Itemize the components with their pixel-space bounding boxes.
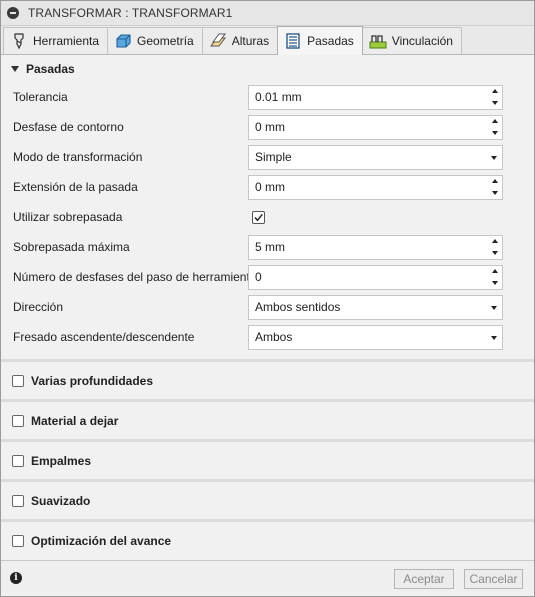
transform-mode-label: Modo de transformación: [13, 150, 143, 164]
max-overlap-row: Sobrepasada máxima 5 mm: [1, 232, 534, 262]
contour-offset-row: Desfase de contorno 0 mm: [1, 112, 534, 142]
stock-to-leave-checkbox[interactable]: [12, 414, 24, 427]
multiple-depths-label: Varias profundidades: [31, 373, 154, 388]
spin-up-icon[interactable]: [492, 269, 498, 274]
tab-vinculacion-label: Vinculación: [391, 34, 453, 48]
tab-geometria-label: Geometría: [137, 34, 194, 48]
tab-herramienta[interactable]: Herramienta: [3, 27, 109, 54]
tab-herramienta-label: Herramienta: [33, 34, 100, 48]
tab-alturas[interactable]: Alturas: [201, 27, 279, 54]
dialog-footer: i Aceptar Cancelar: [1, 560, 534, 596]
use-overlap-row: Utilizar sobrepasada: [1, 202, 534, 232]
checkmark-icon: [254, 213, 263, 221]
milling-direction-row: Fresado ascendente/descendente Ambos: [1, 322, 534, 352]
tab-vinculacion[interactable]: Vinculación: [361, 27, 462, 54]
spin-up-icon[interactable]: [492, 89, 498, 94]
spin-up-icon[interactable]: [492, 179, 498, 184]
contour-offset-value: 0 mm: [255, 120, 285, 134]
tab-pasadas-label: Pasadas: [307, 34, 354, 48]
chevron-down-icon: [491, 335, 497, 340]
tolerance-input[interactable]: 0.01 mm: [248, 84, 503, 110]
tab-bar: Herramienta Geometría Alturas Pasadas Vi…: [1, 26, 534, 55]
tolerance-value: 0.01 mm: [255, 90, 302, 104]
direction-label: Dirección: [13, 300, 64, 314]
feed-optimization-label: Optimización del avance: [31, 533, 172, 548]
pass-extension-spinner[interactable]: [488, 176, 502, 199]
pass-extension-input[interactable]: 0 mm: [248, 174, 503, 200]
milling-direction-value: Ambos: [255, 330, 293, 344]
transform-mode-row: Modo de transformación Simple: [1, 142, 534, 172]
tool-icon: [14, 33, 24, 50]
toolpath-offsets-row: Número de desfases del paso de herramien…: [1, 262, 534, 292]
smoothing-checkbox[interactable]: [12, 494, 24, 507]
transform-mode-value: Simple: [255, 150, 292, 164]
toolpath-offsets-spinner[interactable]: [488, 266, 502, 289]
tab-geometria[interactable]: Geometría: [107, 27, 203, 54]
use-overlap-checkbox[interactable]: [252, 210, 265, 224]
ok-button[interactable]: Aceptar: [394, 569, 454, 589]
toolpath-offsets-label: Número de desfases del paso de herramien…: [13, 270, 257, 284]
chevron-down-icon: [491, 155, 497, 160]
direction-select[interactable]: Ambos sentidos: [248, 294, 503, 320]
transform-dialog: TRANSFORMAR : TRANSFORMAR1 Herramienta G…: [0, 0, 535, 597]
max-overlap-input[interactable]: 5 mm: [248, 234, 503, 260]
spin-down-icon[interactable]: [492, 100, 498, 105]
passes-section-header[interactable]: Pasadas: [1, 55, 534, 82]
tolerance-label: Tolerancia: [13, 90, 68, 104]
chevron-down-icon: [491, 305, 497, 310]
linking-icon: [369, 35, 387, 49]
section-fillets[interactable]: Empalmes: [1, 439, 534, 479]
spin-up-icon[interactable]: [492, 239, 498, 244]
spin-up-icon[interactable]: [492, 119, 498, 124]
toolpath-offsets-input[interactable]: 0: [248, 264, 503, 290]
direction-row: Dirección Ambos sentidos: [1, 292, 534, 322]
heights-icon: [209, 33, 226, 47]
section-multiple-depths[interactable]: Varias profundidades: [1, 359, 534, 399]
milling-direction-label: Fresado ascendente/descendente: [13, 330, 195, 344]
title-bar: TRANSFORMAR : TRANSFORMAR1: [1, 1, 534, 26]
section-feed-optimization[interactable]: Optimización del avance: [1, 519, 534, 559]
tolerance-spinner[interactable]: [488, 86, 502, 109]
section-stock-to-leave[interactable]: Material a dejar: [1, 399, 534, 439]
passes-section-title: Pasadas: [26, 61, 75, 76]
spin-down-icon[interactable]: [492, 190, 498, 195]
direction-value: Ambos sentidos: [255, 300, 341, 314]
max-overlap-label: Sobrepasada máxima: [13, 240, 130, 254]
multiple-depths-checkbox[interactable]: [12, 374, 24, 387]
milling-direction-select[interactable]: Ambos: [248, 324, 503, 350]
pass-extension-label: Extensión de la pasada: [13, 180, 138, 194]
dialog-title: TRANSFORMAR : TRANSFORMAR1: [28, 6, 233, 20]
toolpath-offsets-value: 0: [255, 270, 262, 284]
contour-offset-label: Desfase de contorno: [13, 120, 124, 134]
spin-down-icon[interactable]: [492, 250, 498, 255]
smoothing-label: Suavizado: [31, 493, 91, 508]
fillets-checkbox[interactable]: [12, 454, 24, 467]
collapse-dialog-icon[interactable]: [7, 7, 19, 19]
section-smoothing[interactable]: Suavizado: [1, 479, 534, 519]
tab-alturas-label: Alturas: [231, 34, 270, 48]
expand-triangle-icon: [11, 65, 19, 72]
spin-down-icon[interactable]: [492, 130, 498, 135]
fillets-label: Empalmes: [31, 453, 92, 468]
pass-extension-value: 0 mm: [255, 180, 285, 194]
geometry-icon: [116, 34, 131, 48]
contour-offset-input[interactable]: 0 mm: [248, 114, 503, 140]
pass-extension-row: Extensión de la pasada 0 mm: [1, 172, 534, 202]
info-icon[interactable]: i: [10, 572, 22, 584]
use-overlap-label: Utilizar sobrepasada: [13, 210, 123, 224]
tab-pasadas[interactable]: Pasadas: [277, 26, 363, 55]
contour-offset-spinner[interactable]: [488, 116, 502, 139]
cancel-button[interactable]: Cancelar: [464, 569, 523, 589]
stock-to-leave-label: Material a dejar: [31, 413, 119, 428]
spin-down-icon[interactable]: [492, 280, 498, 285]
feed-optimization-checkbox[interactable]: [12, 534, 24, 547]
passes-icon: [286, 33, 300, 49]
max-overlap-spinner[interactable]: [488, 236, 502, 259]
tolerance-row: Tolerancia 0.01 mm: [1, 82, 534, 112]
transform-mode-select[interactable]: Simple: [248, 144, 503, 170]
max-overlap-value: 5 mm: [255, 240, 285, 254]
